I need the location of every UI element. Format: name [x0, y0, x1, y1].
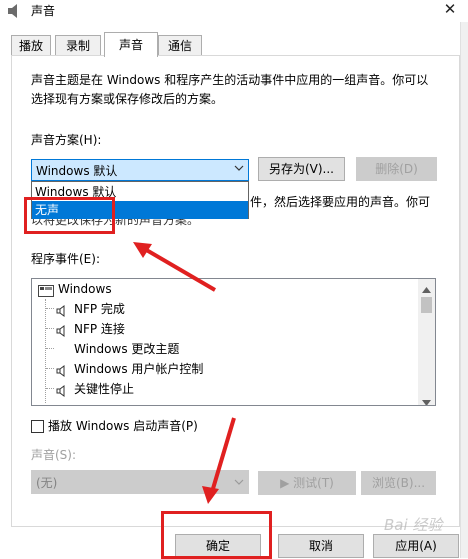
tree-branch	[46, 368, 54, 369]
list-item-nfp-connect[interactable]: NFP 连接	[46, 319, 416, 339]
tab-sounds[interactable]: 声音	[104, 32, 158, 57]
annotation-box-no-sounds	[24, 197, 115, 234]
chevron-down-icon[interactable]	[422, 395, 431, 405]
startup-sound-label: 播放 Windows 启动声音(P)	[48, 419, 198, 433]
sound-scheme-select[interactable]: Windows 默认	[31, 159, 249, 181]
program-events-list[interactable]: Windows NFP 完成 NFP 连接 Windows 更改主题 Windo…	[31, 278, 436, 406]
startup-sound-checkbox[interactable]	[31, 420, 44, 433]
tab-recording[interactable]: 录制	[55, 35, 101, 56]
list-item-change-theme[interactable]: Windows 更改主题	[46, 339, 416, 359]
sound-label: 声音(S):	[31, 448, 77, 462]
sound-scheme-label: 声音方案(H):	[31, 133, 102, 147]
browse-button[interactable]: 浏览(B)...	[361, 471, 436, 495]
annotation-box-ok	[161, 511, 272, 559]
list-item-label: Windows 更改主题	[74, 342, 180, 356]
close-icon[interactable]: ✕	[437, 0, 463, 18]
intro-line-2: 选择现有方案或保存修改后的方案。	[31, 92, 224, 106]
speaker-icon	[6, 3, 22, 19]
intro-line-1: 声音主题是在 Windows 和程序产生的活动事件中应用的一组声音。你可以	[31, 73, 429, 87]
sound-scheme-value: Windows 默认	[36, 164, 118, 178]
scrollbar-thumb[interactable]	[421, 297, 432, 313]
list-item-uac[interactable]: Windows 用户帐户控制	[46, 359, 416, 379]
window-edge	[460, 22, 468, 558]
chevron-down-icon	[234, 476, 244, 490]
sound-select[interactable]: (无)	[31, 470, 249, 494]
tab-communications[interactable]: 通信	[158, 35, 202, 56]
speaker-icon	[56, 383, 68, 403]
save-as-button[interactable]: 另存为(V)...	[258, 157, 345, 181]
tree-branch	[46, 308, 54, 309]
list-item-windows-group[interactable]: Windows	[36, 279, 416, 299]
title-bar: 声音 ✕	[0, 0, 468, 22]
list-item-label: NFP 连接	[74, 322, 125, 336]
list-item-nfp-complete[interactable]: NFP 完成	[46, 299, 416, 319]
apply-button[interactable]: 应用(A)	[373, 534, 459, 558]
tree-branch	[46, 388, 54, 389]
program-events-label: 程序事件(E):	[31, 252, 100, 266]
test-button[interactable]: ▶ 测试(T)	[258, 471, 356, 495]
tree-branch	[46, 328, 54, 329]
list-item-critical-stop[interactable]: 关键性停止	[46, 379, 416, 399]
list-item-label: Windows	[58, 282, 112, 296]
chevron-up-icon[interactable]	[422, 282, 431, 296]
scheme-desc-line-1: 件，然后选择要应用的声音。你可	[250, 195, 431, 209]
delete-button[interactable]: 删除(D)	[356, 157, 437, 181]
chevron-down-icon	[234, 163, 244, 176]
window-title: 声音	[31, 4, 56, 18]
sound-value: (无)	[36, 476, 58, 490]
list-item-label: NFP 完成	[74, 302, 125, 316]
tree-branch	[46, 348, 54, 349]
cancel-button[interactable]: 取消	[278, 534, 364, 558]
list-item-label: 关键性停止	[74, 382, 135, 396]
list-item-label: Windows 用户帐户控制	[74, 362, 204, 376]
tab-playback[interactable]: 播放	[11, 35, 51, 56]
events-scrollbar[interactable]	[418, 279, 435, 405]
watermark: Bai 经验	[384, 516, 443, 534]
